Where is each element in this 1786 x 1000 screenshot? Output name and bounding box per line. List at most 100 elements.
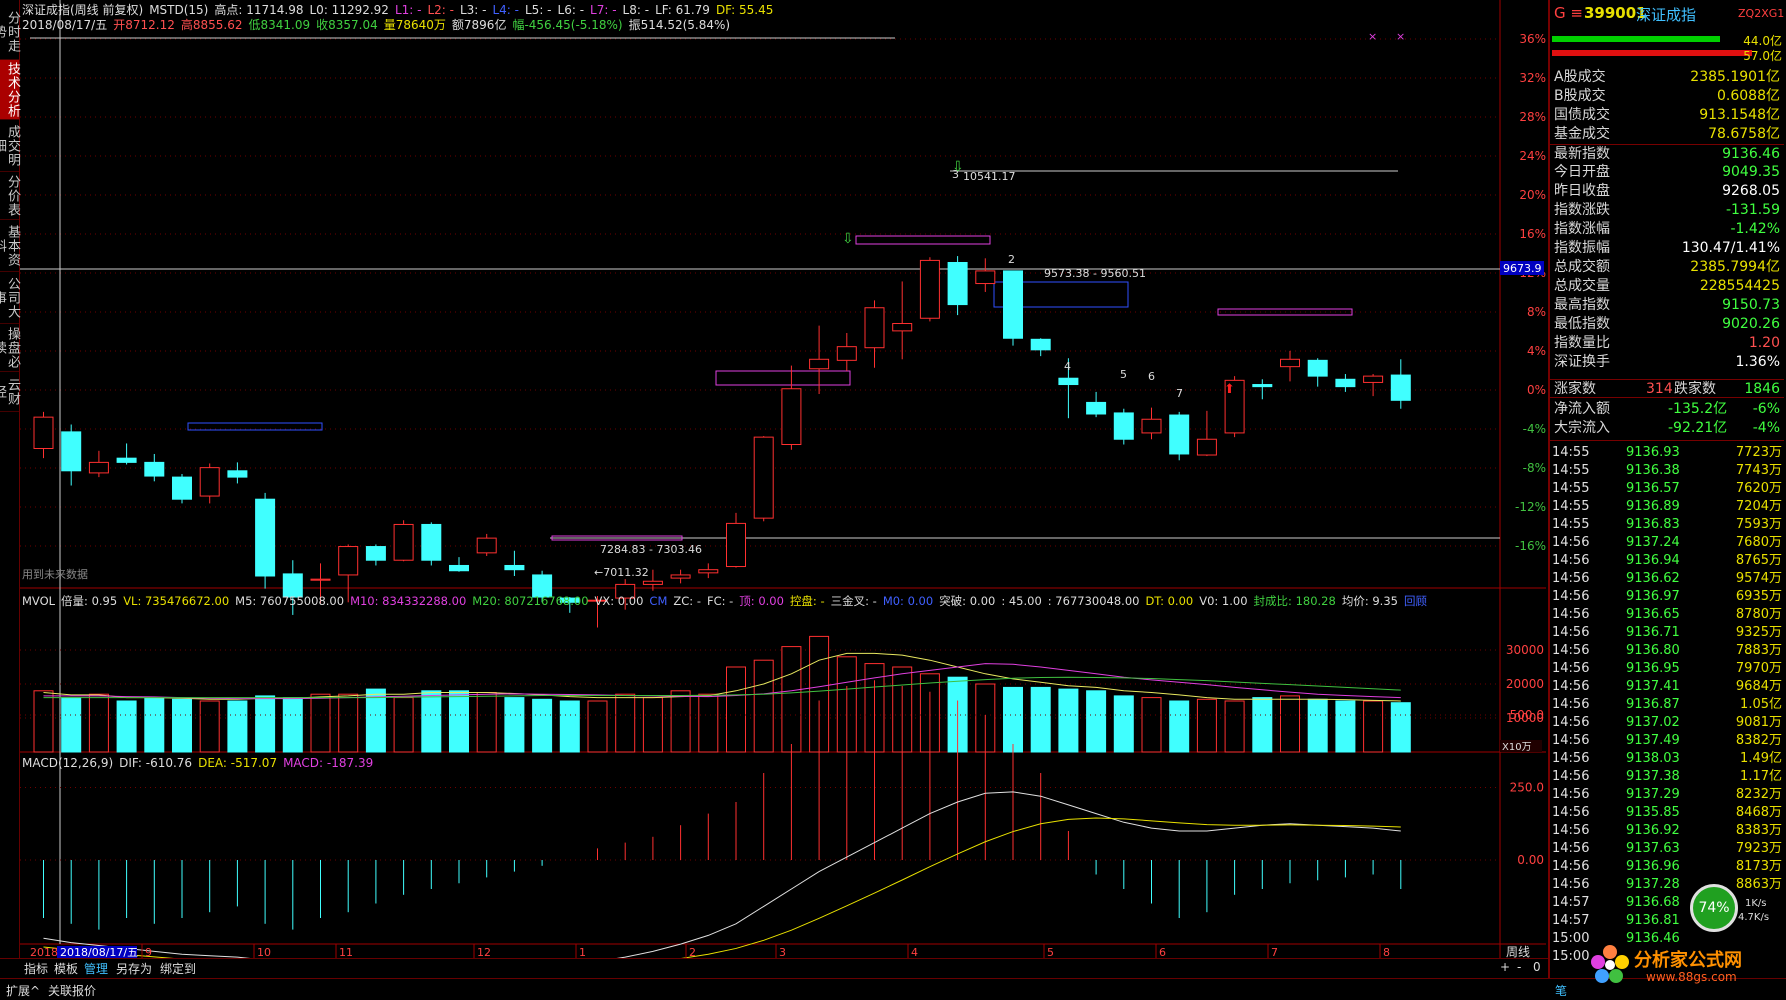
stat-label: 最高指数: [1554, 297, 1610, 313]
tab-left-4[interactable]: 基本资料: [0, 220, 20, 272]
tick-volume: 8383万: [1735, 823, 1782, 838]
volume-bar: [615, 693, 636, 753]
tick-price: 9136.97: [1626, 589, 1680, 604]
month-label: 8: [1383, 946, 1390, 958]
price-axis-label: 28%: [1519, 110, 1546, 124]
tick-volume: 9574万: [1735, 571, 1782, 586]
price-cursor-label: 9673.9: [1503, 262, 1542, 275]
tab-left-1[interactable]: 技术分析: [0, 60, 20, 120]
tab-template[interactable]: 模板: [54, 960, 78, 977]
candle-body: [753, 436, 774, 519]
tab-left-3[interactable]: 分价表: [0, 172, 20, 220]
tab-left-6[interactable]: 操盘必读: [0, 324, 20, 372]
tab-left-5[interactable]: 公司大事: [0, 272, 20, 324]
stat-label: 指数涨跌: [1554, 202, 1610, 218]
hdr2-item: 高8855.62: [180, 18, 243, 32]
down-arrow-icon: ⇩: [842, 231, 854, 247]
expand-button[interactable]: 扩展^: [6, 982, 40, 999]
hdrvol-item: : 45.00: [1001, 594, 1042, 608]
hdr2-item: 2018/08/17/五: [22, 18, 108, 32]
macd-header: MACD(12,26,9) DIF: -610.76 DEA: -517.07 MAC…: [22, 756, 379, 770]
hdrmacd-item: DIF: -610.76: [119, 756, 193, 770]
tab-indicator[interactable]: 指标: [24, 960, 48, 977]
tick-price: 9136.87: [1626, 697, 1680, 712]
stat-value: 9268.05: [1722, 183, 1780, 199]
stat-value: 228554425: [1699, 278, 1780, 294]
tick-volume: 9081万: [1735, 715, 1782, 730]
hdrvol-item: M5: 760755008.00: [235, 594, 345, 608]
tick-row: 14:56 9136.92 8383万: [1550, 822, 1784, 840]
tick-volume: 7923万: [1735, 841, 1782, 856]
candle-body: [1086, 401, 1107, 415]
candle-body: [449, 564, 469, 572]
volume-bar: [532, 698, 553, 753]
volume-axis-label: 20000: [1506, 677, 1544, 691]
tick-row: 14:55 9136.93 7723万: [1550, 444, 1784, 462]
chart-canvas[interactable]: 36%32%28%24%20%16%12%8%4%0%-4%-8%-12%-16…: [0, 0, 1548, 958]
zoom-reset-button[interactable]: 0: [1533, 960, 1541, 974]
candle-body: [172, 476, 192, 500]
zoom-in-button[interactable]: +: [1500, 960, 1510, 974]
status-item: 笔: [1555, 984, 1568, 998]
tick-time: 14:56: [1552, 571, 1590, 586]
tick-time: 14:56: [1552, 553, 1590, 568]
stat-label: 基金成交: [1554, 126, 1610, 142]
volume-bar: [559, 700, 580, 753]
tab-bind-to[interactable]: 绑定到: [160, 960, 196, 977]
volume-bar: [698, 693, 719, 753]
tick-time: 14:56: [1552, 769, 1590, 784]
month-label: 7: [1271, 946, 1278, 958]
stat-label: 总成交量: [1554, 278, 1610, 294]
volume-bar: [1086, 690, 1107, 753]
stat-value: 9020.26: [1722, 316, 1780, 332]
tick-time: 14:55: [1552, 445, 1590, 460]
stat-value: 913.1548亿: [1699, 107, 1780, 123]
tick-volume: 7204万: [1735, 499, 1782, 514]
volume-bar: [1196, 698, 1217, 753]
volume-bar: [365, 688, 386, 753]
tick-time: 15:00: [1552, 931, 1590, 946]
candle-body: [1169, 414, 1190, 455]
tab-save-as[interactable]: 另存为: [116, 960, 152, 977]
stat-label: 总成交额: [1554, 259, 1610, 275]
tick-price: 9136.71: [1626, 625, 1680, 640]
speed-gauge: 74%: [1690, 884, 1738, 932]
hdrvol-item: 顶: 0.00: [739, 594, 784, 608]
index-name[interactable]: 深证成指: [1636, 4, 1696, 25]
candle-body: [1113, 412, 1134, 440]
volume-bar: [449, 690, 469, 753]
hdr1-item: L1: -: [394, 3, 422, 17]
tick-time: 14:55: [1552, 481, 1590, 496]
low-label: ←7011.32: [594, 566, 649, 579]
tick-list[interactable]: 14:55 9136.93 7723万 14:55 9136.38 7743万 14:55 9…: [1550, 440, 1784, 976]
macd-axis-label: 250.0: [1510, 781, 1544, 795]
tick-row: 14:56 9136.65 8780万: [1550, 606, 1784, 624]
wave-number: 6: [1148, 370, 1155, 383]
stat-value: 2385.1901亿: [1690, 69, 1780, 85]
wave-number: 7: [1176, 387, 1183, 400]
month-label: 11: [339, 946, 353, 958]
price-axis-label: 16%: [1519, 227, 1546, 241]
volume-bar: [282, 697, 303, 753]
zoom-out-button[interactable]: -: [1517, 960, 1521, 974]
tick-row: 14:56 9137.24 7680万: [1550, 534, 1784, 552]
menu-icon[interactable]: G ≡: [1554, 4, 1583, 22]
candle-body: [476, 537, 497, 554]
volume-bar: [255, 695, 276, 753]
flow-row: 大宗流入 -92.21亿 -4%: [1550, 419, 1784, 438]
tick-row: 14:56 9136.95 7970万: [1550, 660, 1784, 678]
tab-manage[interactable]: 管理: [84, 960, 108, 977]
candle-body: [698, 569, 719, 574]
month-label: 5: [1047, 946, 1054, 958]
tab-left-0[interactable]: 分时走势: [0, 4, 20, 60]
linked-quote-button[interactable]: 关联报价: [48, 982, 96, 999]
price-axis-label: -16%: [1515, 539, 1546, 553]
candle-body: [1390, 374, 1411, 401]
tick-row: 14:55 9136.38 7743万: [1550, 462, 1784, 480]
stat-row: 指数振幅 130.47/1.41%: [1550, 239, 1784, 258]
volume-bar: [753, 659, 774, 753]
tab-left-7[interactable]: 云财经: [0, 372, 20, 412]
tab-left-2[interactable]: 成交明细: [0, 120, 20, 172]
candle-body: [836, 346, 857, 361]
box-label-2: 7284.83 - 7303.46: [600, 543, 702, 556]
